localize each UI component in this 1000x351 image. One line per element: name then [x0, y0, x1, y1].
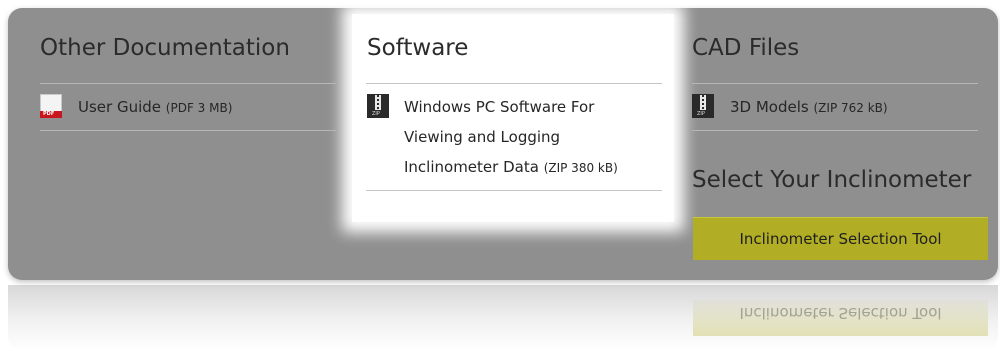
software-size: (ZIP 380 kB) — [543, 161, 618, 175]
pdf-icon: PDF — [40, 94, 62, 118]
zip-icon: ZIP — [367, 94, 389, 118]
user-guide-size: (PDF 3 MB) — [165, 101, 233, 115]
cad-divider-bottom — [692, 130, 978, 131]
windows-pc-software-link[interactable]: Windows PC Software For Viewing and Logg… — [404, 92, 618, 183]
inclinometer-selection-tool-button[interactable]: Inclinometer Selection Tool — [693, 217, 988, 260]
3d-models-size: (ZIP 762 kB) — [813, 101, 888, 115]
3d-models-label: 3D Models — [730, 98, 809, 116]
documentation-title: Other Documentation — [40, 35, 290, 61]
3d-models-link[interactable]: 3D Models (ZIP 762 kB) — [730, 92, 888, 123]
zip-icon: ZIP — [692, 94, 714, 118]
cad-title: CAD Files — [692, 35, 800, 61]
user-guide-label: User Guide — [78, 98, 162, 116]
documentation-divider-bottom — [40, 130, 336, 131]
select-heading: Select Your Inclinometer — [692, 167, 972, 193]
button-reflection-text: Inclinometer Selection Tool — [739, 304, 942, 322]
documentation-divider-top — [40, 83, 336, 84]
software-divider-top — [366, 83, 662, 84]
user-guide-link[interactable]: User Guide (PDF 3 MB) — [78, 92, 232, 123]
software-label-line-3: Inclinometer Data — [404, 158, 539, 176]
software-label-line-1: Windows PC Software For — [404, 98, 595, 116]
software-divider-bottom — [366, 190, 662, 191]
software-label-line-2: Viewing and Logging — [404, 128, 561, 146]
software-title: Software — [367, 35, 469, 61]
cad-divider-top — [692, 83, 978, 84]
